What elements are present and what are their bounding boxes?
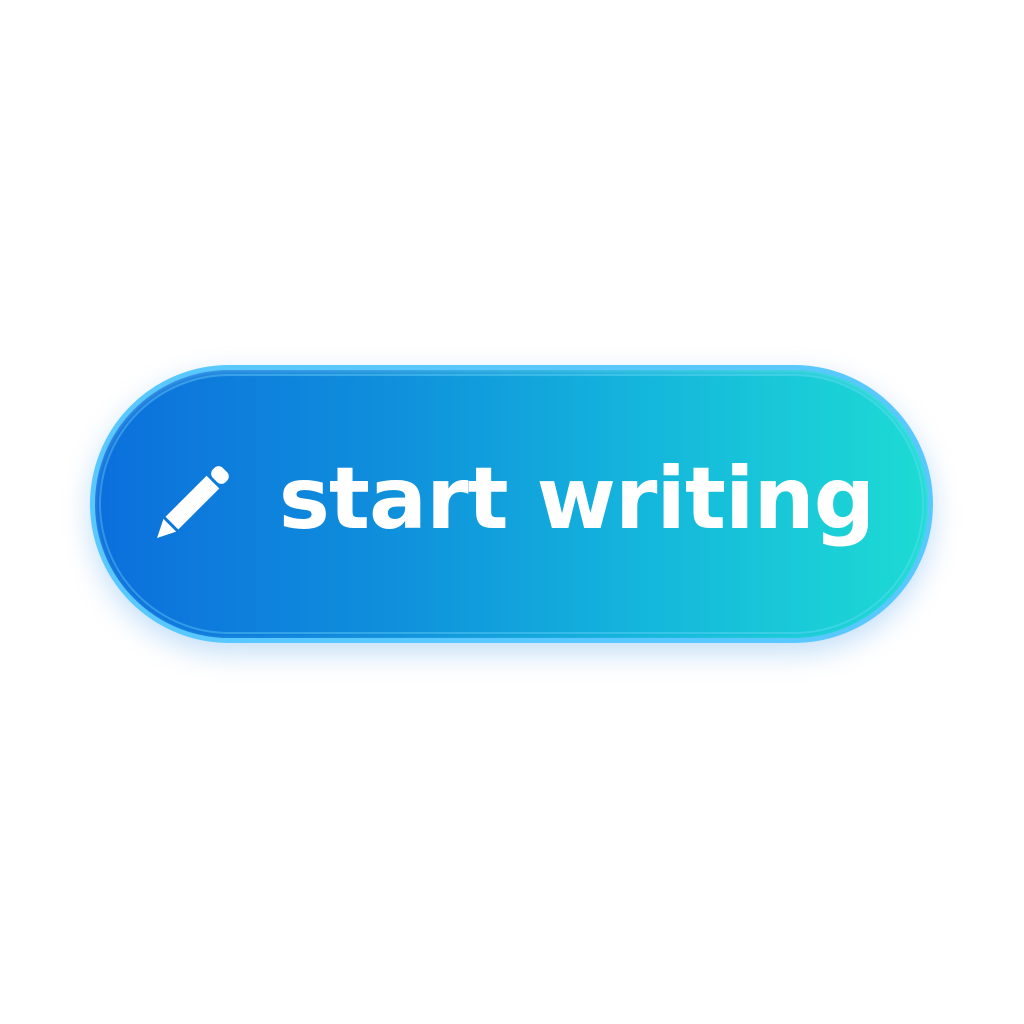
start-writing-button[interactable]: start writing	[90, 365, 933, 643]
canvas: start writing	[0, 0, 1024, 1024]
start-writing-label: start writing	[278, 449, 876, 549]
pencil-icon	[156, 466, 229, 538]
